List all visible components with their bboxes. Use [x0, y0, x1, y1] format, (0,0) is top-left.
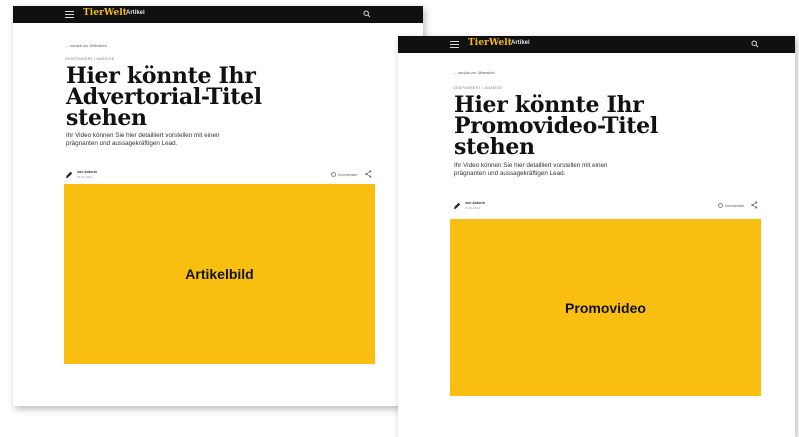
pencil-icon — [453, 202, 461, 210]
site-logo[interactable]: TierWelt — [83, 8, 127, 18]
search-icon[interactable] — [363, 10, 371, 18]
hamburger-icon[interactable] — [65, 11, 74, 18]
advertorial-page-mockup: TierWelt Artikel ← zurück zur Übersicht … — [13, 6, 423, 406]
search-icon[interactable] — [751, 40, 759, 48]
comments-label: Kommentare — [338, 172, 358, 177]
publish-date: 01.01.2024 — [465, 206, 481, 210]
top-navigation-bar: TierWelt Artikel — [398, 36, 795, 53]
pencil-icon — [65, 171, 73, 179]
author-row: von Autorin 01.01.2024 Kommentare — [65, 170, 373, 180]
top-navigation-bar: TierWelt Artikel — [13, 6, 423, 23]
author-name[interactable]: von Autorin — [77, 170, 97, 174]
media-label: Artikelbild — [185, 266, 254, 282]
author-name[interactable]: von Autorin — [465, 201, 485, 205]
article-lead: Ihr Video können Sie hier detailliert vo… — [66, 132, 220, 148]
back-link[interactable]: ← zurück zur Übersicht — [65, 43, 107, 48]
sponsored-kicker: GESPONSERT / ANZEIGE — [453, 86, 503, 90]
headline-line: stehen — [454, 134, 535, 160]
nav-label[interactable]: Artikel — [126, 10, 145, 16]
hamburger-icon[interactable] — [450, 41, 459, 48]
headline-line: stehen — [66, 105, 147, 131]
author-row: von Autorin 01.01.2024 Kommentare — [453, 201, 761, 211]
nav-label[interactable]: Artikel — [511, 40, 530, 46]
comments-label: Kommentare — [725, 203, 745, 208]
share-icon[interactable] — [365, 170, 372, 178]
lead-line: prägnanten und aussagekräftigen Lead. — [454, 170, 566, 177]
article-headline: Hier könnte Ihr Promovideo-Titel stehen — [454, 94, 658, 160]
media-label: Promovideo — [565, 299, 646, 316]
article-image-placeholder: Artikelbild — [64, 184, 375, 364]
site-logo[interactable]: TierWelt — [468, 38, 512, 48]
comment-icon — [718, 203, 723, 208]
lead-line: Ihr Video können Sie hier detailliert vo… — [454, 162, 608, 169]
back-link[interactable]: ← zurück zur Übersicht — [453, 70, 495, 75]
article-headline: Hier könnte Ihr Advertorial-Titel stehen — [66, 65, 262, 131]
sponsored-kicker: GESPONSERT / ANZEIGE — [65, 57, 115, 61]
lead-line: prägnanten und aussagekräftigen Lead. — [66, 140, 178, 147]
article-lead: Ihr Video können Sie hier detailliert vo… — [454, 162, 608, 178]
comments-button[interactable]: Kommentare — [331, 172, 357, 177]
promovideo-page-mockup: TierWelt Artikel ← zurück zur Übersicht … — [398, 36, 795, 437]
comment-icon — [331, 172, 336, 177]
publish-date: 01.01.2024 — [77, 175, 93, 179]
share-icon[interactable] — [751, 201, 758, 209]
comments-button[interactable]: Kommentare — [718, 203, 744, 208]
lead-line: Ihr Video können Sie hier detailliert vo… — [66, 132, 220, 139]
promo-video-placeholder[interactable]: Promovideo — [450, 219, 761, 396]
